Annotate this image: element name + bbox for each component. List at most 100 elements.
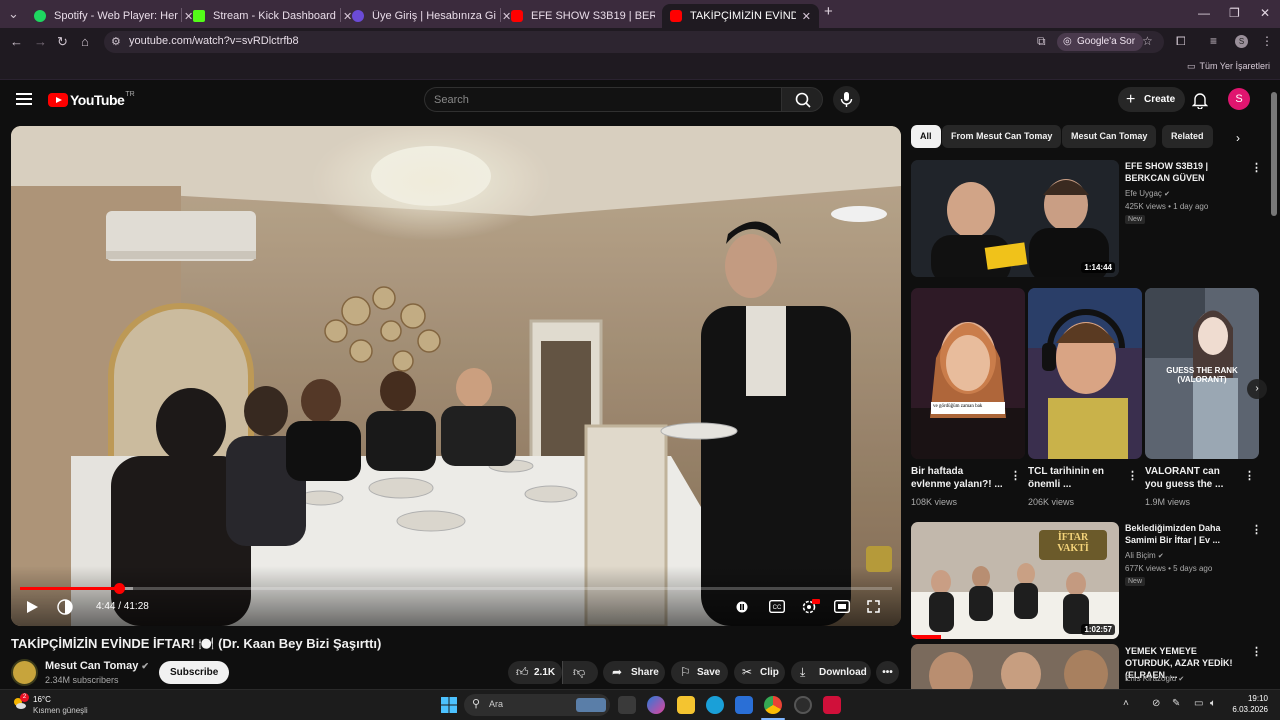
- recommendation-thumbnail[interactable]: [911, 644, 1119, 689]
- short-thumbnail[interactable]: ve gördüğüm zaman bak: [911, 288, 1025, 459]
- short-title[interactable]: TCL tarihinin en önemli ...: [1028, 465, 1120, 491]
- extensions-icon[interactable]: ⧠: [1176, 34, 1186, 49]
- tab-kick[interactable]: Stream - Kick Dashboard ✕: [185, 4, 360, 28]
- ask-google-button[interactable]: ◎ Google'a Sor: [1057, 33, 1144, 51]
- like-button[interactable]: 👍︎ 2.1K: [508, 661, 562, 684]
- profile-avatar[interactable]: S: [1235, 35, 1248, 48]
- page-scrollbar[interactable]: [1271, 92, 1277, 216]
- clock-time[interactable]: 19:10: [1222, 694, 1268, 703]
- more-vertical-icon[interactable]: ⋮: [1251, 645, 1262, 658]
- recommendation-channel[interactable]: Enis Kirazoglu ✔: [1125, 673, 1184, 686]
- chrome-menu-icon[interactable]: ⋮: [1261, 34, 1273, 48]
- shorts-next-icon[interactable]: ›: [1247, 379, 1267, 399]
- tab-active-video[interactable]: TAKİPÇİMİZİN EVİNDE İFTAR! ✕: [662, 4, 819, 28]
- download-button[interactable]: ⤓ Download: [791, 661, 871, 684]
- edge-icon[interactable]: [706, 696, 724, 714]
- voice-search-button[interactable]: [833, 86, 860, 113]
- theater-mode-icon[interactable]: [834, 600, 850, 613]
- short-title[interactable]: VALORANT can you guess the ...: [1145, 465, 1237, 491]
- recommendation-title[interactable]: Beklediğimizden Daha Samimi Bir İftar | …: [1125, 522, 1243, 546]
- network-off-icon[interactable]: ⊘: [1152, 698, 1160, 709]
- close-tab-icon[interactable]: ✕: [802, 10, 811, 23]
- channel-name[interactable]: Mesut Can Tomay ✔: [45, 660, 149, 672]
- share-button[interactable]: ➦ Share: [603, 661, 665, 684]
- notifications-bell-icon[interactable]: [1192, 91, 1208, 109]
- more-vertical-icon[interactable]: ⋮: [1127, 469, 1138, 482]
- taskbar-search[interactable]: ⚲ Ara: [464, 694, 610, 716]
- save-button[interactable]: ⚐ Save: [671, 661, 728, 684]
- maximize-icon[interactable]: ❐: [1229, 6, 1240, 20]
- more-vertical-icon[interactable]: ⋮: [1251, 523, 1262, 536]
- tab-efe-show[interactable]: EFE SHOW S3B19 | BERKCAN GÜVEN ✕: [503, 4, 678, 28]
- display-icon[interactable]: ▭: [1194, 698, 1203, 709]
- channel-watermark[interactable]: [866, 546, 892, 572]
- copilot-icon[interactable]: [647, 696, 665, 714]
- more-vertical-icon[interactable]: ⋮: [1251, 161, 1262, 174]
- chevron-up-icon[interactable]: ˄: [1123, 698, 1129, 709]
- search-icon: [795, 92, 811, 108]
- home-icon[interactable]: ⌂: [81, 34, 89, 49]
- tab-spotify[interactable]: Spotify - Web Player: Herkes için ✕: [26, 4, 201, 28]
- short-thumbnail[interactable]: [1028, 288, 1142, 459]
- new-tab-icon[interactable]: +: [824, 3, 833, 20]
- app-icon[interactable]: [823, 696, 841, 714]
- recommendation-channel[interactable]: Efe Uygaç ✔: [1125, 188, 1170, 201]
- short-thumbnail[interactable]: GUESS THE RANK (VALORANT): [1145, 288, 1259, 459]
- subtitles-icon[interactable]: CC: [769, 600, 785, 613]
- more-vertical-icon[interactable]: ⋮: [1010, 469, 1021, 482]
- clip-button[interactable]: ✂ Clip: [734, 661, 785, 684]
- bookmark-star-icon[interactable]: ☆: [1142, 34, 1153, 48]
- subscribe-button[interactable]: Subscribe: [159, 661, 230, 684]
- tab-search-icon[interactable]: ⌄: [8, 6, 19, 22]
- fullscreen-icon[interactable]: [867, 600, 880, 613]
- chips-next-icon[interactable]: ›: [1236, 131, 1240, 145]
- recommendation-channel[interactable]: Ali Biçim ✔: [1125, 550, 1164, 563]
- all-bookmarks-button[interactable]: ▭ Tüm Yer İşaretleri: [1187, 61, 1270, 72]
- windows-start-icon[interactable]: [440, 696, 458, 714]
- pen-icon[interactable]: ✎: [1172, 698, 1180, 709]
- short-title[interactable]: Bir haftada evlenme yalanı?! ...: [911, 465, 1003, 491]
- reload-icon[interactable]: ↻: [57, 34, 68, 50]
- dislike-button[interactable]: 👎︎: [562, 661, 598, 684]
- weather-condition[interactable]: Kısmen güneşli: [33, 706, 88, 715]
- volume-icon[interactable]: [57, 599, 73, 615]
- back-icon[interactable]: ←: [10, 34, 23, 49]
- speaker-icon[interactable]: 🔈︎: [1210, 698, 1216, 709]
- file-explorer-icon[interactable]: [677, 696, 695, 714]
- tab-login[interactable]: Üye Giriş | Hesabınıza Giriş Yapın ✕: [344, 4, 519, 28]
- chip-from-channel[interactable]: From Mesut Can Tomay: [942, 125, 1062, 148]
- search-input[interactable]: [425, 88, 781, 111]
- autoplay-toggle-icon[interactable]: [736, 601, 748, 613]
- obs-icon[interactable]: [794, 696, 812, 714]
- search-button[interactable]: [781, 87, 823, 112]
- menu-icon[interactable]: [16, 93, 32, 105]
- minimize-icon[interactable]: —: [1198, 6, 1210, 20]
- more-vertical-icon[interactable]: ⋮: [1244, 469, 1255, 482]
- create-button[interactable]: + Create: [1118, 87, 1186, 112]
- task-view-icon[interactable]: [618, 696, 636, 714]
- chip-related[interactable]: Related: [1162, 125, 1213, 148]
- url-field[interactable]: ⚙ youtube.com/watch?v=svRDlctrfb8: [104, 31, 1164, 53]
- chip-all[interactable]: All: [911, 125, 941, 148]
- cast-icon[interactable]: ⧉: [1037, 34, 1046, 49]
- account-avatar[interactable]: S: [1228, 88, 1250, 110]
- progress-bar[interactable]: [20, 583, 892, 594]
- video-player[interactable]: 4:44 / 41:28 CC: [11, 126, 901, 626]
- more-actions-button[interactable]: •••: [876, 661, 899, 684]
- recommendation-thumbnail[interactable]: İFTAR VAKTİ 1:02:57: [911, 522, 1119, 639]
- settings-gear-icon[interactable]: [802, 599, 820, 615]
- media-icon[interactable]: ≡: [1210, 34, 1217, 48]
- youtube-logo[interactable]: YouTube TR: [48, 91, 135, 108]
- recommendation-thumbnail[interactable]: 1:14:44: [911, 160, 1119, 277]
- site-info-icon[interactable]: ⚙: [111, 35, 121, 48]
- forward-icon[interactable]: →: [34, 34, 47, 49]
- play-icon[interactable]: [25, 600, 39, 614]
- weather-temperature[interactable]: 16°C: [33, 695, 51, 704]
- chip-channel[interactable]: Mesut Can Tomay: [1062, 125, 1157, 148]
- recommendation-title[interactable]: EFE SHOW S3B19 | BERKCAN GÜVEN: [1125, 160, 1243, 184]
- chrome-icon[interactable]: [764, 696, 782, 714]
- clock-date[interactable]: 6.03.2026: [1222, 705, 1268, 714]
- close-window-icon[interactable]: ✕: [1260, 6, 1270, 20]
- store-icon[interactable]: [735, 696, 753, 714]
- channel-avatar[interactable]: [11, 659, 38, 686]
